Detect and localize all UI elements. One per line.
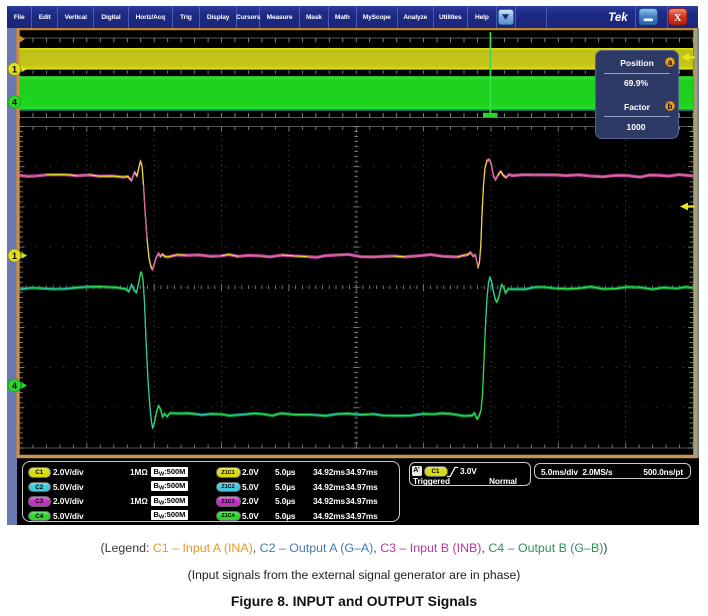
svg-text:1: 1 [12,251,17,261]
svg-text:4: 4 [12,97,17,107]
svg-text:Tek: Tek [608,12,628,24]
svg-text:1: 1 [12,64,17,74]
svg-text:X: X [674,13,682,24]
svg-text:4: 4 [12,381,17,391]
